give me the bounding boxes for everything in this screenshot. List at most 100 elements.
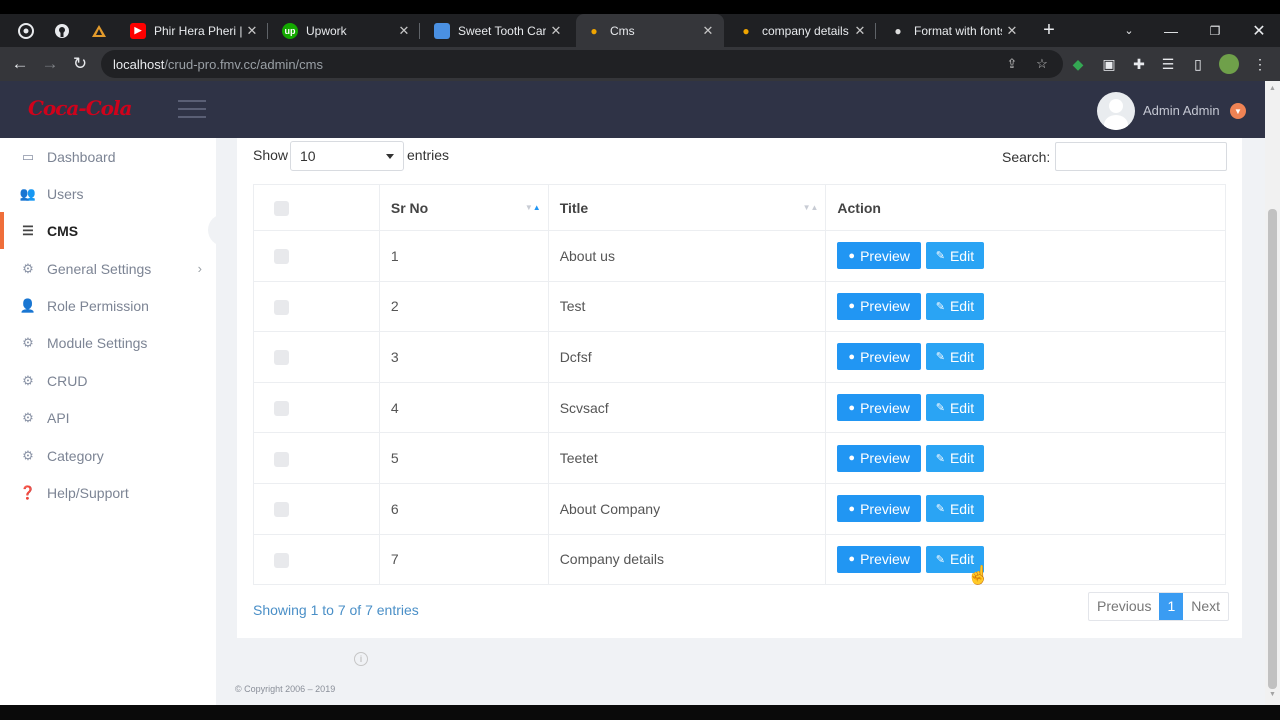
- tab-sweet-tooth[interactable]: Sweet Tooth Care ✕: [424, 14, 572, 47]
- reload-button[interactable]: ↻: [67, 51, 93, 77]
- row-checkbox[interactable]: [274, 552, 289, 568]
- preview-button[interactable]: ● Preview: [837, 545, 921, 573]
- hamburger-menu-icon[interactable]: [178, 100, 206, 120]
- address-bar[interactable]: i localhost/crud-pro.fmv.cc/admin/cms: [101, 50, 1063, 666]
- edit-button[interactable]: ✎ Edit: [925, 495, 985, 523]
- site-info-icon[interactable]: i: [354, 652, 368, 666]
- sidebar-item-cms[interactable]: ☰ CMS: [0, 212, 216, 249]
- preview-button[interactable]: ● Preview: [837, 495, 921, 523]
- close-tab-icon[interactable]: ✕: [698, 23, 718, 39]
- select-all-checkbox[interactable]: [274, 200, 289, 216]
- pencil-icon: ✎: [935, 503, 945, 516]
- back-button[interactable]: ←: [7, 51, 33, 77]
- user-dropdown-chevron-icon[interactable]: ▼: [1230, 103, 1246, 119]
- sidebar-item-label: Help/Support: [47, 484, 129, 501]
- upwork-icon: up: [282, 22, 298, 39]
- pinned-tab-chrome[interactable]: [10, 14, 42, 47]
- column-header-sr-no[interactable]: Sr No ▼▲: [378, 184, 549, 231]
- side-panel-icon[interactable]: ▯: [1188, 54, 1208, 74]
- preview-button[interactable]: ● Preview: [837, 242, 921, 270]
- tab-cms[interactable]: ● Cms ✕: [576, 14, 724, 47]
- reading-list-icon[interactable]: ☰: [1158, 54, 1178, 74]
- eye-icon: ●: [848, 452, 856, 465]
- new-tab-button[interactable]: +: [1036, 14, 1062, 47]
- edit-button[interactable]: ✎ Edit: [925, 394, 985, 422]
- sidebar-item-users[interactable]: 👥 Users: [0, 175, 216, 212]
- action-cell: ● Preview ✎ Edit: [825, 230, 1226, 282]
- user-avatar[interactable]: [1097, 92, 1135, 130]
- pinned-tab-other[interactable]: [83, 14, 115, 47]
- chevron-right-icon: ›: [197, 261, 202, 276]
- preview-button[interactable]: ● Preview: [837, 394, 921, 422]
- row-checkbox[interactable]: [274, 451, 289, 467]
- tab-upwork[interactable]: up Upwork ✕: [272, 14, 420, 47]
- tab-company-details[interactable]: ● company details ✕: [728, 14, 876, 47]
- sidebar-item-label: Dashboard: [47, 148, 116, 165]
- bookmark-star-icon[interactable]: ☆: [1033, 55, 1051, 73]
- cast-icon[interactable]: ▣: [1099, 54, 1119, 74]
- edit-button[interactable]: ✎ Edit: [925, 242, 985, 270]
- preview-label: Preview: [860, 551, 910, 568]
- puzzle-extensions-icon[interactable]: ✚: [1129, 54, 1149, 74]
- user-name[interactable]: Admin Admin: [1143, 103, 1220, 118]
- sidebar-item-role-permission[interactable]: 👤 Role Permission: [0, 287, 216, 324]
- close-tab-icon[interactable]: ✕: [394, 23, 414, 39]
- row-checkbox[interactable]: [274, 299, 289, 315]
- sidebar-item-category[interactable]: ⚙ Category: [0, 437, 216, 474]
- close-tab-icon[interactable]: ✕: [546, 23, 566, 39]
- edit-button[interactable]: ✎ Edit: [925, 343, 985, 371]
- preview-button[interactable]: ● Preview: [837, 343, 921, 371]
- tab-search-chevron-icon[interactable]: ⌄: [1108, 14, 1150, 47]
- sidebar-item-module-settings[interactable]: ⚙ Module Settings: [0, 324, 216, 361]
- scroll-down-arrow-icon[interactable]: ▼: [1269, 691, 1276, 698]
- preview-button[interactable]: ● Preview: [837, 444, 921, 472]
- title-cell: About us: [547, 230, 827, 282]
- row-checkbox[interactable]: [274, 400, 289, 416]
- page-length-select[interactable]: 10: [290, 141, 404, 171]
- minimize-button[interactable]: —: [1150, 14, 1192, 47]
- preview-button[interactable]: ● Preview: [837, 292, 921, 320]
- edit-button[interactable]: ✎ Edit: [925, 444, 985, 472]
- tab-youtube[interactable]: ▶ Phir Hera Pheri | F… ✕: [120, 14, 268, 47]
- brand-logo[interactable]: Coca-Cola: [28, 96, 133, 120]
- forward-button[interactable]: →: [37, 51, 63, 77]
- user-key-icon: 👤: [19, 297, 37, 313]
- page-scrollbar[interactable]: ▲ ▼: [1265, 81, 1280, 705]
- browser-toolbar: ← → ↻ i localhost/crud-pro.fmv.cc/admin/…: [0, 47, 1280, 666]
- row-checkbox[interactable]: [274, 502, 289, 518]
- action-cell: ● Preview ✎ Edit: [825, 280, 1226, 333]
- close-tab-icon[interactable]: ✕: [850, 23, 870, 39]
- pagination-page-1[interactable]: 1: [1159, 593, 1184, 620]
- extension-icon[interactable]: ◆: [1068, 54, 1088, 74]
- scroll-up-arrow-icon[interactable]: ▲: [1269, 85, 1276, 92]
- column-header-title[interactable]: Title ▼▲: [547, 184, 827, 231]
- menu-kebab-icon[interactable]: ⋮: [1250, 54, 1270, 74]
- pinned-tab-github[interactable]: [46, 14, 78, 47]
- sidebar-item-help-support[interactable]: ❓ Help/Support: [0, 474, 216, 511]
- table-row: 1 About us ● Preview ✎ Edit: [253, 230, 1226, 282]
- close-tab-icon[interactable]: ✕: [1002, 23, 1022, 39]
- tab-format-fonts[interactable]: ● Format with fonts ✕: [880, 14, 1028, 47]
- edit-button[interactable]: ✎ Edit: [925, 292, 985, 320]
- pagination-previous[interactable]: Previous: [1089, 593, 1159, 620]
- search-input[interactable]: [1055, 142, 1227, 171]
- column-header-label: Action: [837, 199, 881, 216]
- table-header-row: Sr No ▼▲ Title ▼▲ Action: [253, 184, 1226, 231]
- title-cell: Teetet: [547, 432, 827, 484]
- sidebar-item-general-settings[interactable]: ⚙ General Settings ›: [0, 250, 216, 287]
- tab-separator: [267, 23, 268, 39]
- scrollbar-thumb[interactable]: [1268, 209, 1277, 689]
- close-tab-icon[interactable]: ✕: [242, 23, 262, 39]
- pagination-next[interactable]: Next: [1183, 593, 1228, 620]
- row-checkbox[interactable]: [274, 249, 289, 265]
- share-icon[interactable]: ⇪: [1003, 55, 1021, 73]
- sidebar-item-api[interactable]: ⚙ API: [0, 399, 216, 436]
- profile-avatar-icon[interactable]: [1219, 54, 1239, 74]
- tab-title: Phir Hera Pheri | F…: [154, 23, 242, 38]
- close-window-button[interactable]: ✕: [1238, 14, 1280, 47]
- sidebar-item-crud[interactable]: ⚙ CRUD: [0, 362, 216, 399]
- row-checkbox[interactable]: [274, 350, 289, 366]
- restore-button[interactable]: ❐: [1194, 14, 1236, 47]
- sidebar-item-label: CRUD: [47, 372, 88, 389]
- sidebar-item-dashboard[interactable]: ▭ Dashboard: [0, 138, 216, 175]
